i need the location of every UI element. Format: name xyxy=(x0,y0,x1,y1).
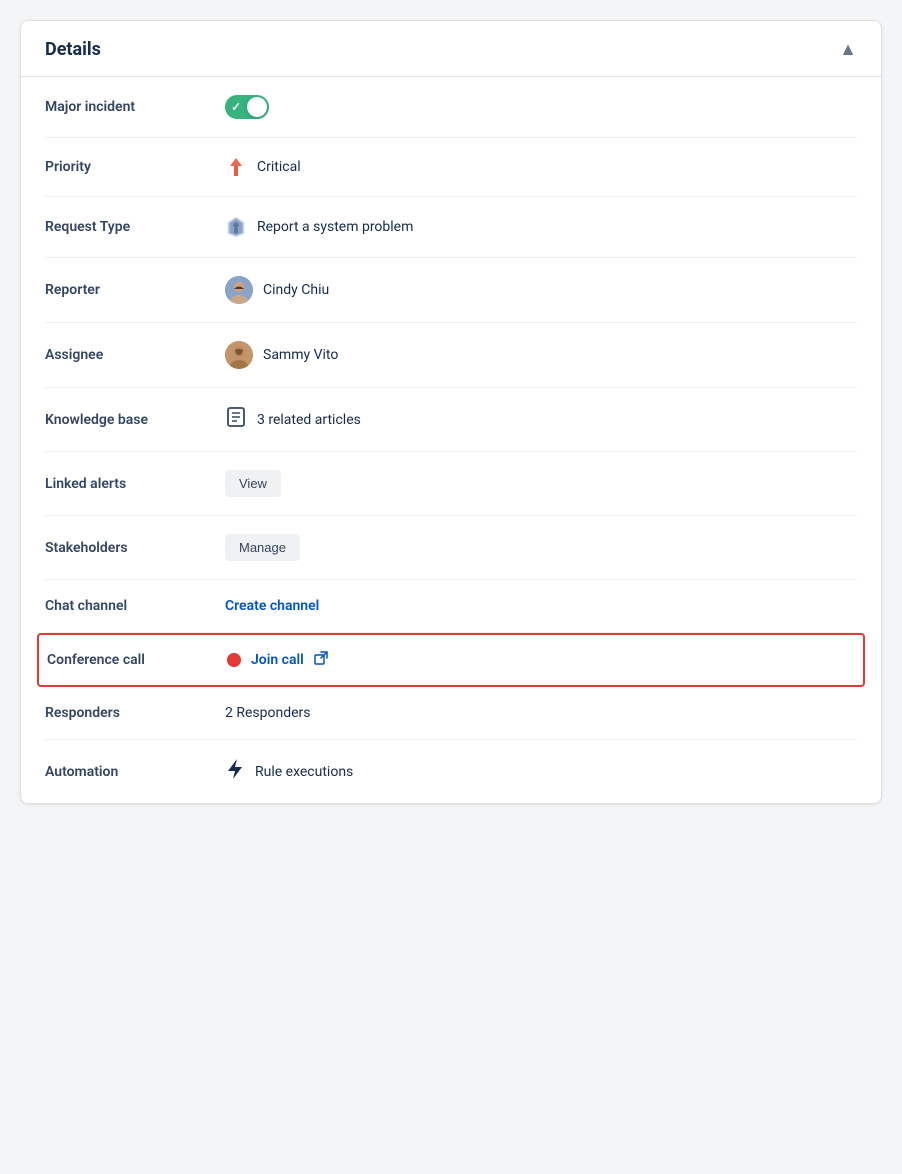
label-assignee: Assignee xyxy=(45,347,225,363)
value-request-type: Report a system problem xyxy=(225,215,413,239)
value-assignee: Sammy Vito xyxy=(225,341,338,369)
row-priority: Priority Critical xyxy=(45,138,857,197)
details-list: Major incident ✓ Priority Critical Reque… xyxy=(21,77,881,803)
value-chat-channel: Create channel xyxy=(225,598,319,614)
knowledge-base-value: 3 related articles xyxy=(257,412,361,428)
assignee-name: Sammy Vito xyxy=(263,347,338,363)
value-stakeholders: Manage xyxy=(225,534,300,561)
details-card: Details ▲ Major incident ✓ Priority Crit… xyxy=(20,20,882,804)
request-type-value: Report a system problem xyxy=(257,219,413,235)
row-major-incident: Major incident ✓ xyxy=(45,77,857,138)
label-linked-alerts: Linked alerts xyxy=(45,476,225,492)
row-responders: Responders 2 Responders xyxy=(45,687,857,740)
assignee-avatar xyxy=(225,341,253,369)
value-major-incident: ✓ xyxy=(225,95,269,119)
toggle-knob xyxy=(247,97,267,117)
value-priority: Critical xyxy=(225,156,301,178)
label-reporter: Reporter xyxy=(45,282,225,298)
value-reporter: Cindy Chiu xyxy=(225,276,329,304)
label-chat-channel: Chat channel xyxy=(45,598,225,614)
label-automation: Automation xyxy=(45,764,225,780)
external-link-icon xyxy=(314,651,328,669)
knowledge-base-icon xyxy=(225,406,247,433)
label-responders: Responders xyxy=(45,705,225,721)
priority-icon xyxy=(225,156,247,178)
priority-value: Critical xyxy=(257,159,301,175)
label-stakeholders: Stakeholders xyxy=(45,540,225,556)
collapse-icon[interactable]: ▲ xyxy=(839,39,857,60)
create-channel-link[interactable]: Create channel xyxy=(225,598,319,614)
card-header: Details ▲ xyxy=(21,21,881,77)
row-automation: Automation Rule executions xyxy=(45,740,857,803)
value-linked-alerts: View xyxy=(225,470,281,497)
row-request-type: Request Type Report a system problem xyxy=(45,197,857,258)
active-call-indicator xyxy=(227,653,241,667)
row-stakeholders: Stakeholders Manage xyxy=(45,516,857,580)
view-button[interactable]: View xyxy=(225,470,281,497)
row-reporter: Reporter Cindy Chiu xyxy=(45,258,857,323)
value-responders: 2 Responders xyxy=(225,705,310,721)
value-conference-call: Join call xyxy=(227,651,328,669)
major-incident-toggle[interactable]: ✓ xyxy=(225,95,269,119)
automation-icon xyxy=(225,758,245,785)
reporter-name: Cindy Chiu xyxy=(263,282,329,298)
responders-value: 2 Responders xyxy=(225,705,310,721)
label-knowledge-base: Knowledge base xyxy=(45,412,225,428)
row-conference-call: Conference call Join call xyxy=(37,633,865,687)
card-title: Details xyxy=(45,39,101,60)
label-conference-call: Conference call xyxy=(47,652,227,668)
row-knowledge-base: Knowledge base 3 related articles xyxy=(45,388,857,452)
row-linked-alerts: Linked alerts View xyxy=(45,452,857,516)
reporter-avatar xyxy=(225,276,253,304)
label-request-type: Request Type xyxy=(45,219,225,235)
join-call-link[interactable]: Join call xyxy=(251,652,304,668)
request-type-icon xyxy=(225,215,247,239)
value-knowledge-base: 3 related articles xyxy=(225,406,361,433)
label-priority: Priority xyxy=(45,159,225,175)
toggle-check-icon: ✓ xyxy=(231,100,241,114)
automation-value: Rule executions xyxy=(255,764,353,780)
row-assignee: Assignee Sammy Vito xyxy=(45,323,857,388)
label-major-incident: Major incident xyxy=(45,99,225,115)
manage-button[interactable]: Manage xyxy=(225,534,300,561)
row-chat-channel: Chat channel Create channel xyxy=(45,580,857,633)
value-automation: Rule executions xyxy=(225,758,353,785)
